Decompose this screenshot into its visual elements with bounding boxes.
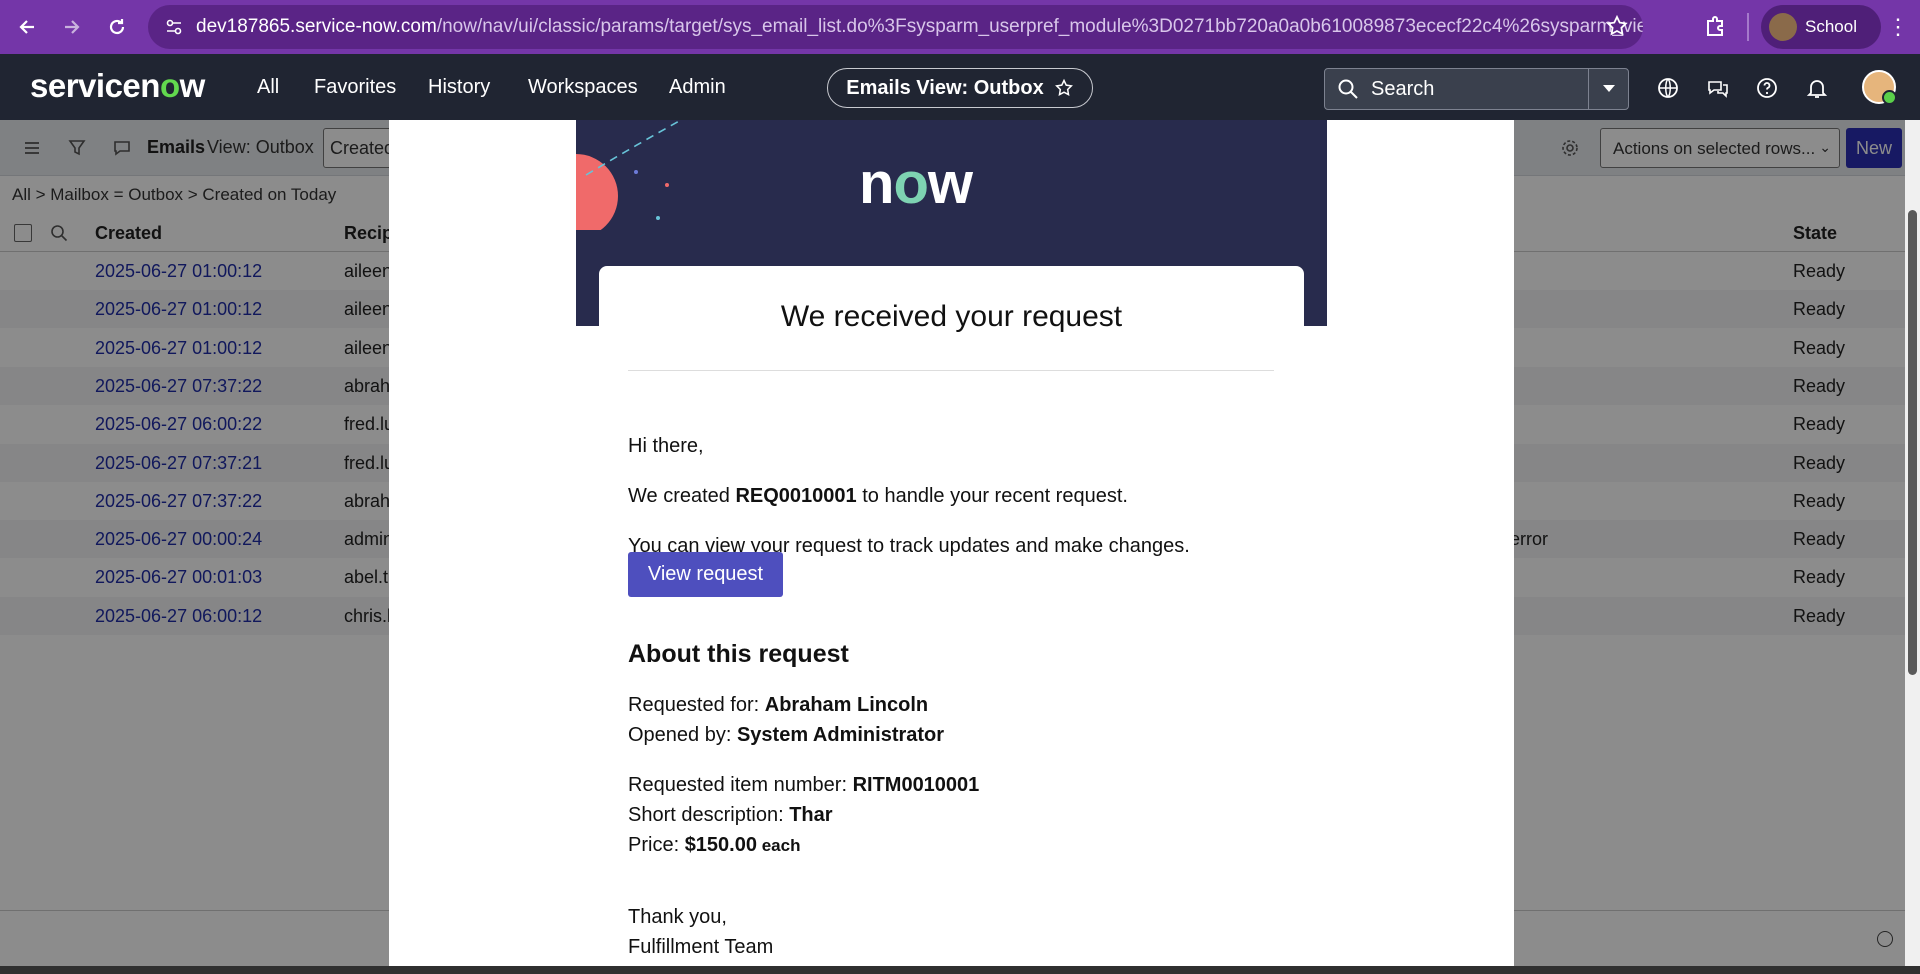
browser-toolbar: dev187865.service-now.com/now/nav/ui/cla…: [0, 0, 1920, 54]
opened-by-value: System Administrator: [736, 724, 945, 746]
nav-history[interactable]: History: [428, 76, 490, 99]
search-icon: [1338, 79, 1358, 99]
now-logo: now: [859, 151, 973, 216]
back-arrow-icon[interactable]: [5, 5, 49, 49]
forward-arrow-icon[interactable]: [50, 5, 94, 49]
servicenow-logo[interactable]: servicenow: [30, 67, 205, 105]
profile-button[interactable]: School: [1761, 5, 1881, 49]
opened-by-label: Opened by:: [628, 724, 737, 746]
email-preview-modal: now We received your request Hi there, W…: [389, 120, 1514, 966]
requested-for-label: Requested for:: [628, 694, 765, 716]
nav-all[interactable]: All: [257, 76, 279, 99]
short-description-value: Thar: [789, 804, 833, 826]
view-request-button[interactable]: View request: [628, 552, 783, 597]
user-avatar[interactable]: [1862, 70, 1897, 105]
opened-by-line: Opened by: System Administrator: [628, 724, 944, 747]
chevron-down-icon: [1602, 85, 1615, 92]
email-heading: We received your request: [780, 300, 1123, 333]
site-settings-icon[interactable]: [164, 17, 184, 37]
price-value: $150.00: [684, 834, 757, 856]
search-scope-dropdown[interactable]: [1588, 69, 1628, 109]
help-icon[interactable]: [1755, 76, 1779, 100]
profile-label: School: [1805, 17, 1857, 36]
context-title: Emails View: Outbox: [846, 76, 1044, 99]
menu-kebab-icon[interactable]: ⋮: [1883, 12, 1913, 42]
item-number-line: Requested item number: RITM0010001: [628, 774, 979, 797]
created-suffix: to handle your recent request.: [856, 485, 1128, 507]
nav-admin[interactable]: Admin: [669, 76, 726, 99]
created-prefix: We created: [628, 485, 736, 507]
search-placeholder: Search: [1371, 77, 1435, 100]
email-card: We received your request Hi there, We cr…: [599, 266, 1304, 966]
context-title-pill[interactable]: Emails View: Outbox: [827, 68, 1093, 108]
decorative-shapes-graphic: [576, 120, 682, 230]
about-heading: About this request: [628, 640, 849, 668]
nav-workspaces[interactable]: Workspaces: [528, 76, 638, 99]
price-unit: each: [756, 836, 801, 855]
notification-bell-icon[interactable]: [1805, 76, 1829, 100]
team-signature: Fulfillment Team: [628, 936, 774, 958]
reload-icon[interactable]: [95, 5, 139, 49]
thank-you-text: Thank you,: [628, 906, 727, 928]
short-description-line: Short description: Thar: [628, 804, 833, 827]
greeting-text: Hi there,: [628, 435, 704, 457]
price-line: Price: $150.00 each: [628, 834, 800, 857]
profile-avatar: [1769, 13, 1797, 41]
divider: [628, 370, 1274, 371]
request-number: REQ0010001: [735, 485, 857, 507]
short-description-label: Short description:: [628, 804, 790, 826]
price-label: Price:: [628, 834, 685, 856]
scrollbar[interactable]: [1905, 120, 1920, 966]
bookmark-star-icon[interactable]: [1605, 14, 1629, 38]
url-path: /now/nav/ui/classic/params/target/sys_em…: [436, 16, 1643, 37]
globe-icon[interactable]: [1656, 76, 1680, 100]
global-search[interactable]: Search: [1324, 68, 1629, 110]
toolbar-divider: [1747, 13, 1749, 41]
url-host: dev187865.service-now.com: [196, 16, 437, 37]
chat-icon[interactable]: [1706, 76, 1730, 100]
favorite-star-icon[interactable]: [1054, 78, 1074, 98]
nav-favorites[interactable]: Favorites: [314, 76, 396, 99]
taskbar-strip: [0, 966, 1920, 974]
item-number-value: RITM0010001: [852, 774, 980, 796]
requested-for-value: Abraham Lincoln: [764, 694, 929, 716]
scrollbar-thumb[interactable]: [1908, 210, 1917, 675]
servicenow-header: servicenow All Favorites History Workspa…: [0, 54, 1920, 120]
request-created-text: We created REQ0010001 to handle your rec…: [628, 485, 1128, 508]
requested-for-line: Requested for: Abraham Lincoln: [628, 694, 928, 717]
item-number-label: Requested item number:: [628, 774, 853, 796]
address-bar[interactable]: dev187865.service-now.com/now/nav/ui/cla…: [148, 5, 1643, 49]
extensions-icon[interactable]: [1700, 12, 1730, 42]
